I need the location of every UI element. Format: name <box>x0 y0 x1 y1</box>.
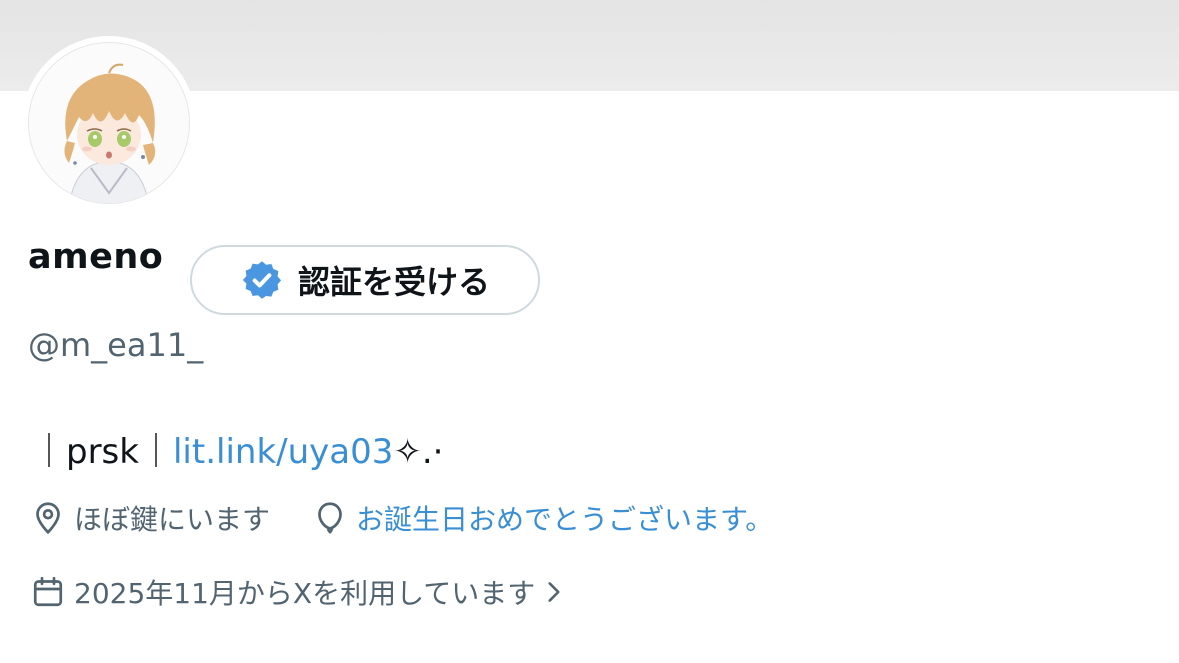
joined-row[interactable]: 2025年11月からXを利用しています <box>30 572 567 612</box>
avatar-illustration <box>29 43 189 203</box>
chevron-right-icon[interactable] <box>541 577 567 607</box>
calendar-icon <box>33 576 63 607</box>
bio-prefix: ｜prsk｜ <box>32 432 173 472</box>
profile-meta-row: ほぼ鍵にいます お誕生日おめでとうございます。 <box>30 498 773 538</box>
avatar[interactable] <box>28 42 190 204</box>
bio-suffix: ✧.· <box>393 432 444 472</box>
balloon-icon <box>318 502 342 534</box>
verified-badge-icon <box>242 261 282 299</box>
location-pin-icon <box>36 502 60 535</box>
birthday-link[interactable]: お誕生日おめでとうございます。 <box>356 498 773 538</box>
get-verified-button[interactable]: 認証を受ける <box>190 245 540 315</box>
bio-link[interactable]: lit.link/uya03 <box>173 432 393 472</box>
display-name: ameno <box>28 237 164 277</box>
bio: ｜prsk｜lit.link/uya03✧.· <box>32 424 443 473</box>
get-verified-label: 認証を受ける <box>297 263 490 301</box>
profile-page: ameno 認証を受ける @m_ea11_ ｜prsk｜lit.link/uya… <box>0 0 1179 663</box>
handle: @m_ea11_ <box>28 326 204 364</box>
joined-text: 2025年11月からXを利用しています <box>74 577 536 610</box>
location-text: ほぼ鍵にいます <box>74 503 271 536</box>
